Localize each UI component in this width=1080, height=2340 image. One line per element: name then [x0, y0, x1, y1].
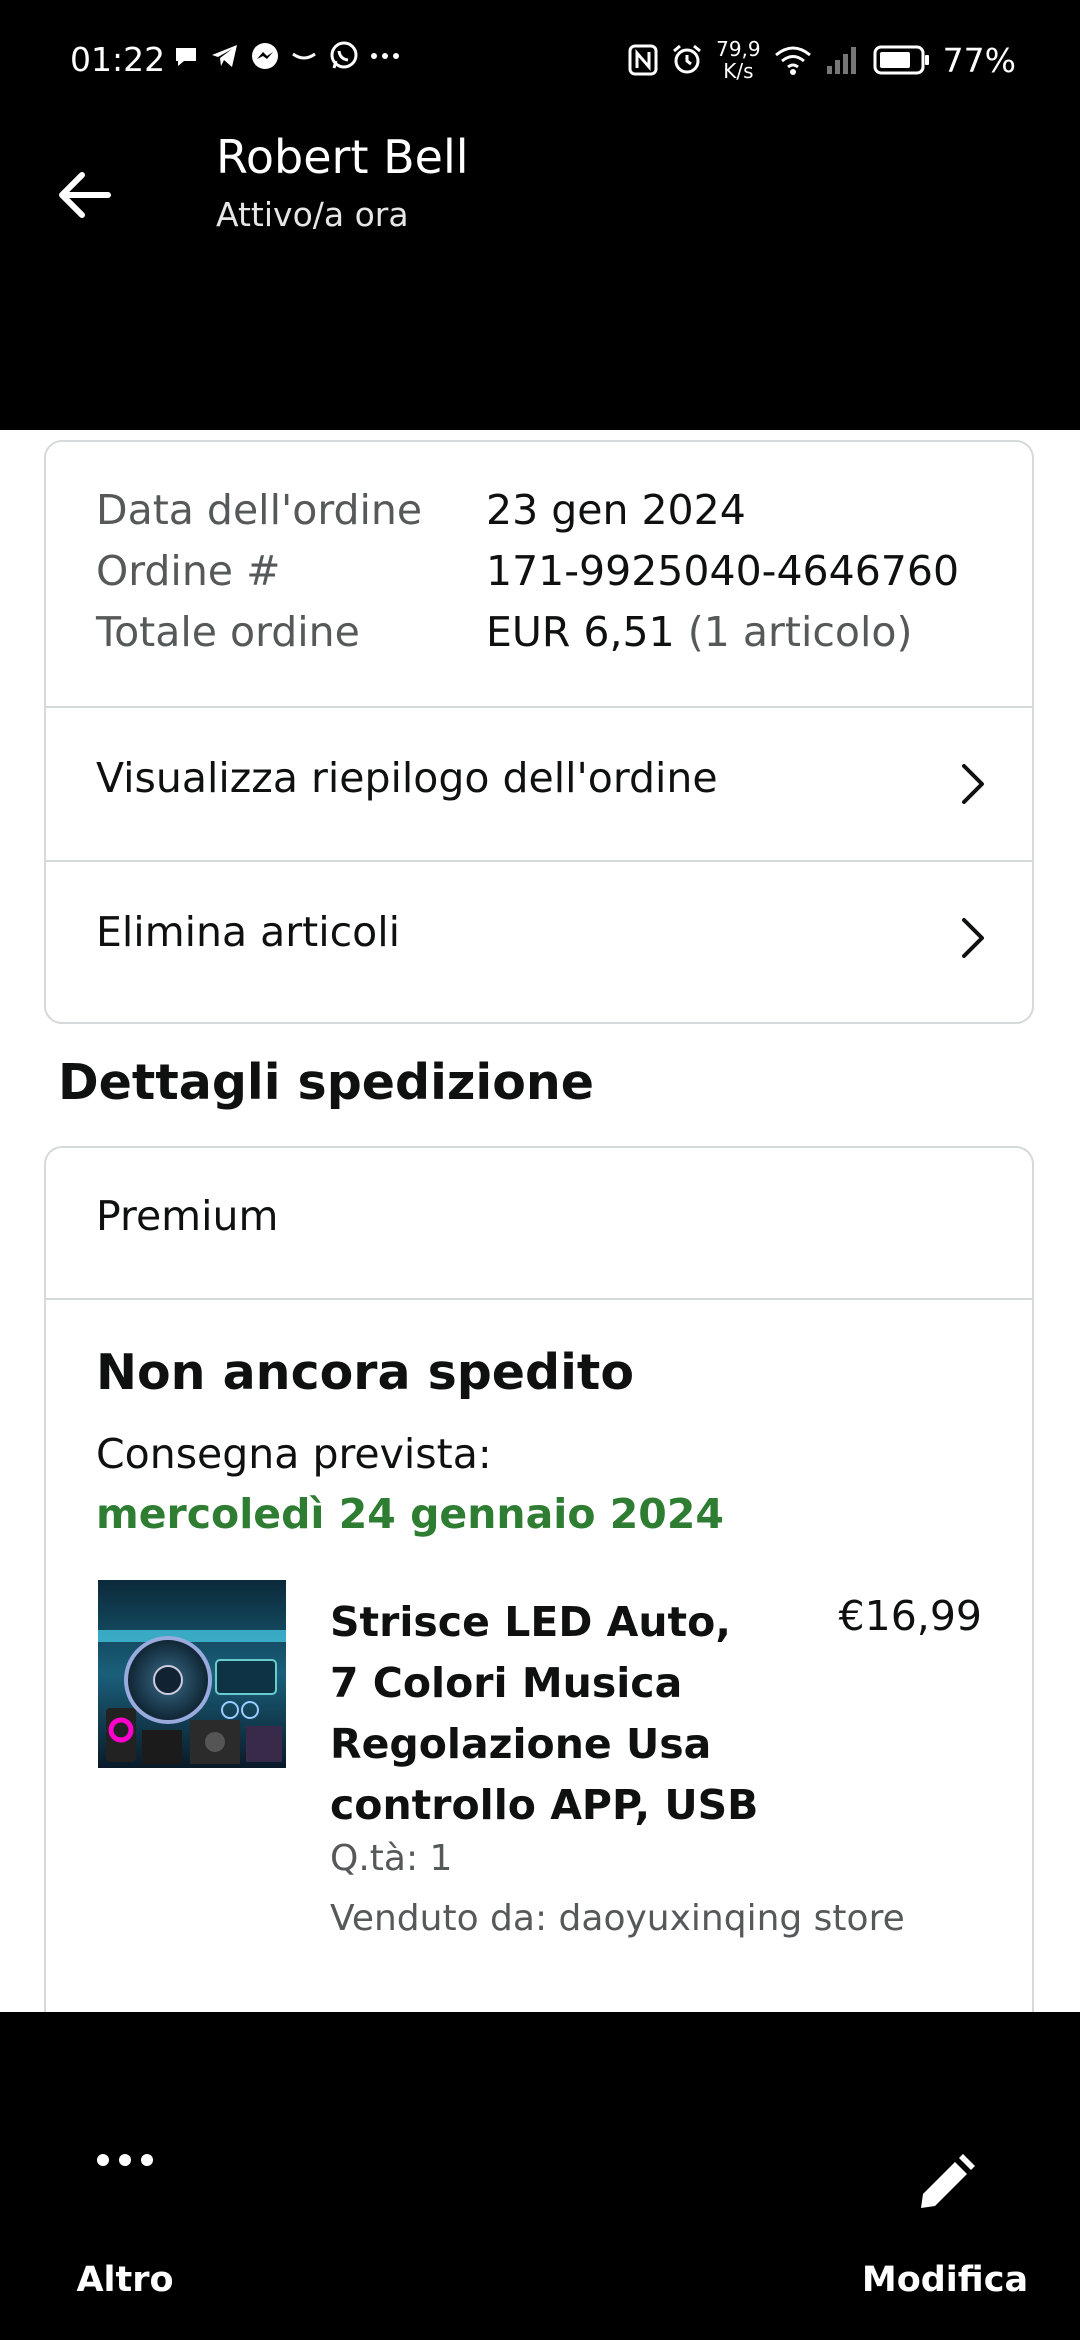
alarm-icon [673, 44, 702, 74]
pencil-icon [921, 2154, 975, 2208]
system-icons: 79,9 K/s 77% [628, 38, 1016, 82]
telegram-icon [212, 45, 237, 67]
contact-status: Attivo/a ora [216, 195, 409, 234]
more-label: Altro [76, 2260, 174, 2300]
wifi-icon [774, 46, 811, 75]
order-number-label: Ordine # [96, 547, 281, 595]
bottom-action-bar: Altro Modifica [0, 2012, 1080, 2340]
status-bar: 01:22 79,9 K/s 77% [0, 0, 1080, 120]
chevron-right-icon [962, 918, 984, 958]
chat-bubble-icon [176, 48, 196, 66]
network-speed-value: 79,9 [716, 37, 761, 61]
contact-name[interactable]: Robert Bell [216, 130, 469, 184]
shipment-status: Non ancora spedito [96, 1344, 634, 1401]
order-date-label: Data dell'ordine [96, 486, 423, 534]
product-price: €16,99 [838, 1592, 982, 1640]
delivery-date: mercoledì 24 gennaio 2024 [96, 1490, 724, 1538]
order-number-value: 171-9925040-4646760 [486, 547, 960, 595]
back-button[interactable] [50, 160, 120, 230]
order-number-row: Ordine # 171-9925040-4646760 [96, 547, 996, 608]
order-date-value: 23 gen 2024 [486, 486, 746, 534]
battery-icon [873, 45, 929, 75]
signal-icon [826, 47, 856, 74]
order-total-row: Totale ordine EUR 6,51 (1 articolo) [96, 608, 996, 669]
more-dots-icon [97, 2154, 153, 2166]
divider [46, 1298, 1032, 1300]
product-image[interactable] [98, 1580, 286, 1768]
amazon-icon [292, 52, 316, 60]
status-time: 01:22 [70, 40, 166, 79]
more-notifications-icon [371, 53, 399, 59]
edit-label: Modifica [861, 2260, 1029, 2300]
delete-items-label: Elimina articoli [96, 908, 401, 956]
order-item-count: (1 articolo) [687, 608, 913, 656]
messenger-icon [252, 43, 278, 69]
edit-button[interactable]: Modifica [850, 2012, 1040, 2340]
chevron-right-icon [962, 764, 984, 804]
delete-items-link[interactable]: Elimina articoli [46, 862, 1032, 1014]
order-total-label: Totale ordine [96, 608, 360, 656]
view-order-summary-label: Visualizza riepilogo dell'ordine [96, 754, 718, 802]
screen: 01:22 79,9 K/s 77% Robert Bell Attivo/a … [0, 0, 1080, 2340]
shipping-card: Premium Non ancora spedito Consegna prev… [44, 1146, 1034, 2012]
whatsapp-icon [330, 41, 358, 69]
network-speed-unit: K/s [723, 59, 754, 83]
delivery-estimate-label: Consegna prevista: [96, 1430, 492, 1478]
network-speed: 79,9 K/s [716, 38, 761, 82]
product-title[interactable]: Strisce LED Auto, 7 Colori Musica Regola… [330, 1592, 770, 1836]
nfc-icon [628, 44, 658, 76]
order-total-value: EUR 6,51 (1 articolo) [486, 608, 912, 656]
shipping-type: Premium [96, 1192, 279, 1240]
notification-icons [172, 40, 400, 72]
order-details-content[interactable]: Data dell'ordine 23 gen 2024 Ordine # 17… [0, 430, 1080, 2012]
product-image-graphic [98, 1580, 286, 1768]
battery-percentage: 77% [942, 40, 1016, 80]
order-summary-card: Data dell'ordine 23 gen 2024 Ordine # 17… [44, 440, 1034, 1024]
order-info: Data dell'ordine 23 gen 2024 Ordine # 17… [96, 486, 996, 669]
view-order-summary-link[interactable]: Visualizza riepilogo dell'ordine [46, 708, 1032, 860]
chat-header: Robert Bell Attivo/a ora [0, 120, 1080, 430]
back-arrow-icon [59, 172, 111, 218]
more-button[interactable]: Altro [60, 2012, 190, 2340]
order-date-row: Data dell'ordine 23 gen 2024 [96, 486, 996, 547]
product-seller: Venduto da: daoyuxinqing store [330, 1898, 905, 1939]
product-quantity: Q.tà: 1 [330, 1838, 453, 1879]
order-total-amount: EUR 6,51 [486, 608, 675, 656]
shipping-details-title: Dettagli spedizione [58, 1054, 594, 1111]
